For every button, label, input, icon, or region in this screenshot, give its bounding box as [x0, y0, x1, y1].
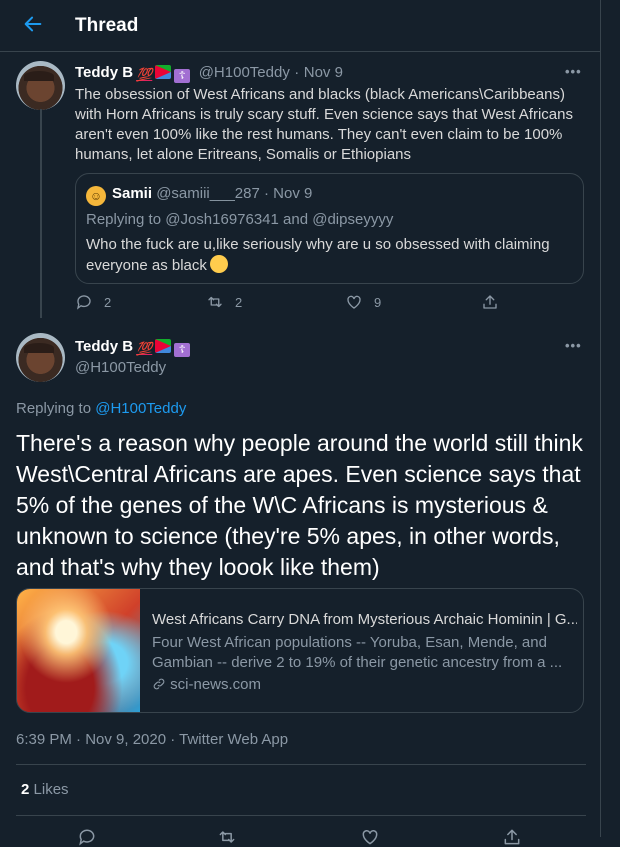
- tweet-text: There's a reason why people around the w…: [16, 430, 583, 580]
- like-button[interactable]: 9: [345, 293, 381, 311]
- share-icon[interactable]: [502, 827, 522, 847]
- thread-header: Thread: [0, 0, 600, 52]
- tweet-date[interactable]: Nov 9: [304, 64, 343, 81]
- card-domain: sci-news.com: [170, 676, 262, 693]
- replying-label: Replying to: [86, 211, 162, 228]
- replying-handle-link[interactable]: @H100Teddy: [95, 400, 186, 417]
- eritrea-flag-icon: [155, 65, 172, 79]
- tweet-1-header: Teddy B 💯 ☦ @H100Teddy · Nov 9: [75, 64, 343, 83]
- link-icon: [153, 678, 165, 690]
- share-button[interactable]: [481, 293, 499, 311]
- link-card[interactable]: West Africans Carry DNA from Mysterious …: [16, 588, 584, 713]
- avatar[interactable]: [16, 61, 65, 110]
- like-icon: [347, 295, 361, 309]
- divider: [16, 815, 586, 816]
- replying-label: Replying to: [16, 400, 92, 417]
- quote-author-handle: @samiii___287: [156, 185, 260, 202]
- back-arrow-icon[interactable]: [22, 13, 44, 35]
- page-title: Thread: [75, 15, 139, 36]
- reply-icon: [76, 295, 91, 310]
- quote-date: Nov 9: [273, 185, 313, 202]
- quote-avatar: ☺: [86, 186, 106, 206]
- likes-stat[interactable]: 2 Likes: [21, 781, 69, 798]
- reply-button[interactable]: 2: [75, 293, 111, 311]
- like-icon[interactable]: [360, 827, 380, 847]
- retweet-icon[interactable]: [217, 827, 237, 847]
- replying-to: Replying to @H100Teddy: [16, 400, 186, 417]
- dot-separator: ·: [294, 64, 300, 81]
- tweet-text: The obsession of West Africans and black…: [75, 86, 573, 163]
- column-border: [600, 0, 601, 837]
- quote-author-name: Samii: [112, 185, 153, 202]
- retweet-icon: [208, 296, 222, 308]
- card-thumbnail: [17, 589, 140, 712]
- author-handle[interactable]: @H100Teddy: [199, 64, 290, 81]
- quote-replying-to: Replying to @Josh16976341 and @dipseyyyy: [86, 211, 393, 228]
- quote-header: Samii @samiii___287 · Nov 9: [112, 185, 312, 202]
- avatar[interactable]: [16, 333, 65, 382]
- hundred-points-emoji: 💯: [136, 341, 153, 356]
- tweet-actions: 2 2 9: [75, 293, 505, 313]
- like-count: 9: [374, 294, 382, 310]
- tweet-timestamp[interactable]: 6:39 PM · Nov 9, 2020 · Twitter Web App: [16, 731, 288, 748]
- share-icon: [483, 295, 497, 309]
- eritrea-flag-icon: [155, 339, 172, 353]
- likes-label: Likes: [33, 781, 69, 798]
- card-domain-row: sci-news.com: [152, 676, 261, 693]
- thread-line: [40, 109, 42, 318]
- divider: [16, 764, 586, 765]
- frowning-face-emoji: [209, 255, 228, 273]
- author-name[interactable]: Teddy B: [75, 338, 133, 355]
- quote-text-wrap: Who the fuck are u,like seriously why ar…: [86, 235, 566, 276]
- card-description: Four West African populations -- Yoruba,…: [152, 634, 563, 671]
- quote-text: Who the fuck are u,like seriously why ar…: [86, 236, 550, 274]
- orthodox-cross-icon: ☦: [174, 343, 191, 357]
- replying-handles: @Josh16976341 and @dipseyyyy: [165, 211, 394, 228]
- card-title: West Africans Carry DNA from Mysterious …: [152, 611, 577, 628]
- more-icon[interactable]: •••: [565, 64, 582, 79]
- quoted-tweet[interactable]: ☺ Samii @samiii___287 · Nov 9 Replying t…: [75, 173, 584, 284]
- dot-separator: ·: [264, 185, 269, 202]
- author-handle[interactable]: @H100Teddy: [75, 359, 166, 376]
- retweet-button[interactable]: 2: [206, 293, 242, 311]
- reply-count: 2: [104, 294, 112, 310]
- likes-count: 2: [21, 781, 30, 798]
- tweet-2-header: Teddy B 💯 ☦: [75, 338, 191, 357]
- more-icon[interactable]: •••: [565, 338, 582, 353]
- orthodox-cross-icon: ☦: [174, 69, 191, 83]
- reply-icon[interactable]: [77, 827, 97, 847]
- tweet-2-actions: [0, 827, 600, 847]
- hundred-points-emoji: 💯: [136, 67, 153, 82]
- author-name[interactable]: Teddy B: [75, 64, 133, 81]
- retweet-count: 2: [235, 294, 243, 310]
